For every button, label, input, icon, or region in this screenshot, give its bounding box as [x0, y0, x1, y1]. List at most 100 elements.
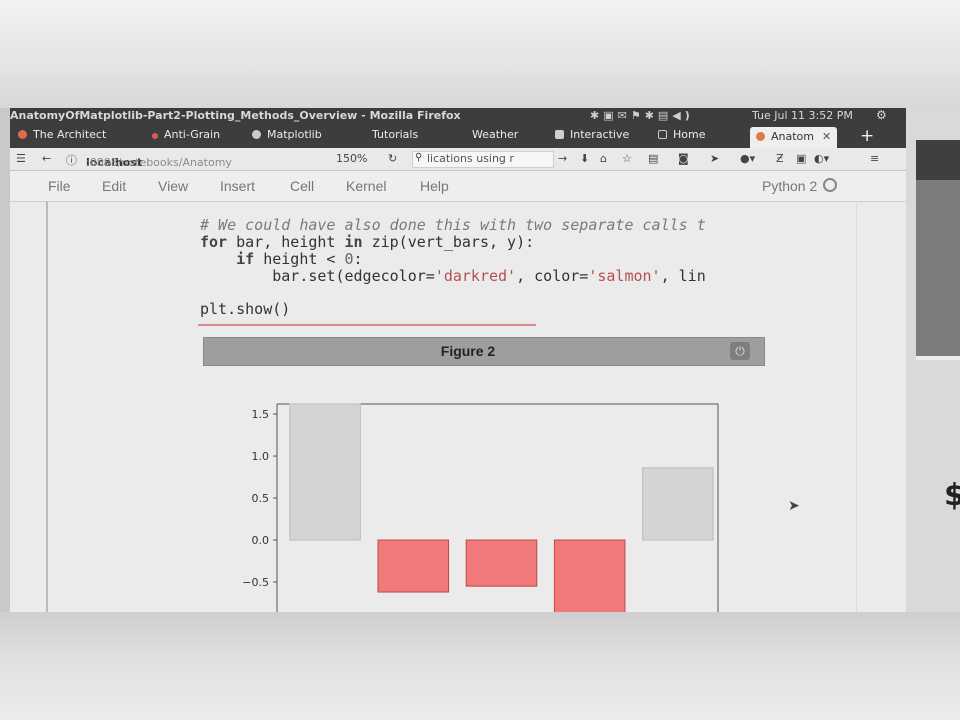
window-titlebar: AnatomyOfMatplotlib-Part2-Plotting_Metho…	[10, 108, 906, 124]
menu-cell[interactable]: Cell	[290, 178, 314, 194]
matplotlib-icon	[252, 130, 261, 139]
download-icon[interactable]: ⬇	[580, 152, 589, 165]
tab-anatomy-active[interactable]: Anatom ✕	[750, 127, 838, 148]
code-text: , lin	[660, 267, 706, 285]
tab-label: Anti-Grain	[164, 128, 221, 141]
code-keyword: if	[200, 250, 255, 268]
menu-kernel[interactable]: Kernel	[346, 178, 386, 194]
clock[interactable]: Tue Jul 11 3:52 PM	[752, 109, 853, 122]
url-bar[interactable]: ⓘ localhost:8888/notebooks/Anatomy	[62, 151, 332, 169]
firefox-icon	[18, 130, 27, 139]
code-text: zip(vert_bars, y):	[362, 233, 535, 251]
bar-3	[465, 539, 538, 587]
arrow-right-icon[interactable]: →	[558, 152, 567, 165]
reload-icon[interactable]: ↻	[388, 152, 397, 165]
side-window-body	[916, 180, 960, 356]
side-window-header	[916, 140, 960, 180]
send-icon[interactable]: ➤	[710, 152, 719, 165]
figure-header: Figure 2 ⏻	[203, 337, 765, 366]
tab-tutorials[interactable]: Tutorials	[372, 128, 418, 145]
bar-2	[377, 539, 450, 593]
chart-svg: 1.5 1.0 0.5 0.0 −0.5	[242, 403, 719, 612]
close-tab-icon[interactable]: ✕	[822, 130, 831, 143]
code-string: 'salmon'	[588, 267, 661, 285]
cell-gutter-line	[46, 201, 48, 612]
code-number: 0	[344, 250, 354, 268]
code-text: bar, height	[227, 233, 345, 251]
hamburger-menu-icon[interactable]: ≡	[870, 152, 879, 165]
menu-insert[interactable]: Insert	[220, 178, 255, 194]
window-title: AnatomyOfMatplotlib-Part2-Plotting_Metho…	[10, 109, 461, 122]
notebook-right-edge	[856, 201, 857, 612]
tab-label: The Architect	[33, 128, 107, 141]
figure-title: Figure 2	[440, 343, 496, 359]
code-keyword: for	[200, 233, 228, 251]
url-path: :8888/notebooks/Anatomy	[86, 156, 232, 169]
menu-edit[interactable]: Edit	[102, 178, 126, 194]
code-text: , color=	[516, 267, 589, 285]
mouse-cursor-icon: ➤	[788, 498, 800, 514]
bookmark-star-icon[interactable]: ☆	[622, 152, 632, 165]
bar-chart: 1.5 1.0 0.5 0.0 −0.5	[232, 398, 752, 612]
search-box[interactable]: ⚲	[412, 151, 554, 168]
home-icon[interactable]: ⌂	[600, 152, 607, 165]
tab-label: Interactive	[570, 128, 630, 141]
y-tick-label: −0.5	[242, 576, 269, 589]
pocket-icon[interactable]: ◙	[678, 152, 689, 165]
y-tick-label: 1.0	[252, 450, 270, 463]
search-input[interactable]	[413, 152, 547, 165]
background-bottom	[0, 612, 960, 720]
z-extension-icon[interactable]: Ƶ	[776, 152, 784, 165]
tab-home[interactable]: Home	[658, 128, 705, 145]
tab-matplotlib[interactable]: Matplotlib	[252, 128, 322, 145]
settings-gear-icon[interactable]: ⚙	[876, 108, 887, 122]
kernel-name: Python 2	[762, 178, 818, 194]
tab-anti-grain[interactable]: Anti-Grain	[152, 128, 220, 145]
menu-view[interactable]: View	[158, 178, 188, 194]
tab-label: Tutorials	[372, 128, 419, 141]
tab-label: Weather	[472, 128, 519, 141]
tab-label: Matplotlib	[267, 128, 322, 141]
code-cell[interactable]: # We could have also done this with two …	[200, 216, 840, 328]
code-keyword: in	[344, 233, 363, 251]
code-comment: # We could have also done this with two …	[200, 216, 706, 234]
tab-the-architect[interactable]: The Architect	[18, 128, 106, 145]
cell-selection-border	[198, 324, 536, 326]
page-icon	[658, 130, 667, 139]
kernel-status-icon	[823, 178, 838, 192]
code-text: height <	[254, 250, 345, 268]
code-text: bar.set(edgecolor=	[200, 267, 435, 285]
back-icon[interactable]: ←	[42, 152, 51, 165]
jupyter-menubar: File Edit View Insert Cell Kernel Help P…	[10, 171, 906, 202]
tab-label: Home	[673, 128, 706, 141]
zoom-level[interactable]: 150%	[336, 152, 367, 165]
y-tick-label: 0.0	[252, 534, 270, 547]
firefox-window: AnatomyOfMatplotlib-Part2-Plotting_Metho…	[10, 108, 906, 612]
code-string: 'darkred'	[434, 267, 517, 285]
tab-interactive[interactable]: Interactive	[555, 128, 629, 145]
kernel-indicator[interactable]: Python 2	[762, 178, 838, 194]
navigation-bar: ☰ ← ⓘ localhost:8888/notebooks/Anatomy 1…	[10, 148, 906, 171]
tab-weather[interactable]: Weather	[472, 128, 518, 145]
side-text-glyph: $	[944, 478, 960, 513]
screenshot-icon[interactable]: ▣	[796, 152, 806, 165]
library-icon[interactable]: ▤	[648, 152, 658, 165]
page-icon	[555, 130, 564, 139]
menu-icon[interactable]: ☰	[16, 152, 26, 165]
side-window	[916, 140, 960, 360]
extension-icon[interactable]: ●▾	[740, 152, 755, 165]
menu-file[interactable]: File	[48, 178, 71, 194]
bar-4	[553, 539, 626, 612]
info-icon[interactable]: ⓘ	[66, 152, 77, 168]
dot-icon	[152, 133, 158, 139]
more-extensions-icon[interactable]: ◐▾	[814, 152, 829, 165]
search-icon: ⚲	[415, 152, 423, 163]
y-tick-label: 1.5	[252, 408, 270, 421]
tab-bar: The Architect Anti-Grain Matplotlib Tuto…	[10, 124, 906, 148]
bar-5	[642, 467, 714, 541]
power-icon[interactable]: ⏻	[730, 342, 750, 360]
bar-1	[289, 403, 361, 541]
system-tray-icons[interactable]: ✱▣✉⚑✱▤◀)	[590, 109, 694, 122]
new-tab-button[interactable]: +	[860, 126, 874, 146]
menu-help[interactable]: Help	[420, 178, 449, 194]
